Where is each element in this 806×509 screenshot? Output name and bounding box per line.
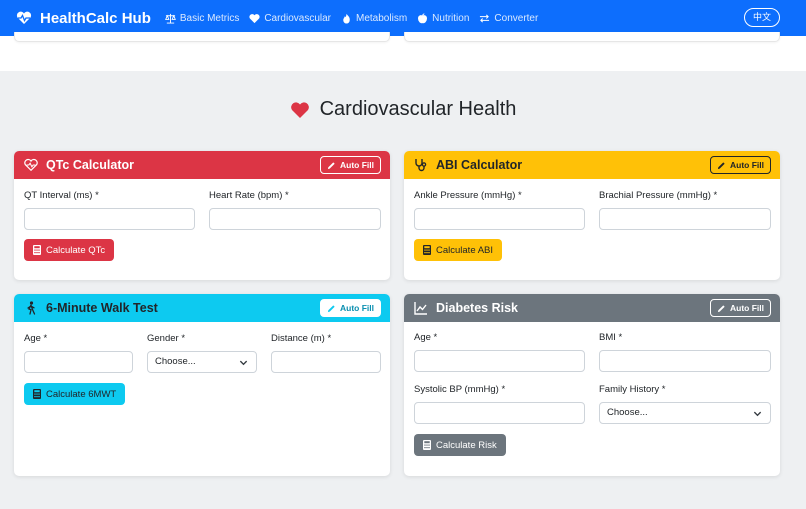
qtc-calculator-card: QTc Calculator Auto Fill QT Interval (ms… <box>14 151 390 280</box>
abi-card-header: ABI Calculator Auto Fill <box>404 151 780 179</box>
nav-label: Cardiovascular <box>264 12 332 24</box>
qt-interval-label: QT Interval (ms) * <box>24 190 99 201</box>
brachial-pressure-label: Brachial Pressure (mmHg) * <box>599 190 718 201</box>
heart-icon <box>290 101 309 118</box>
section-title-label: Cardiovascular Health <box>319 98 517 120</box>
previous-section-strip <box>0 32 806 71</box>
previous-card-left <box>14 32 390 42</box>
nav-label: Converter <box>494 12 539 24</box>
brand[interactable]: HealthCalc Hub <box>16 10 151 27</box>
pencil-icon <box>717 304 725 312</box>
bmi-label: BMI * <box>599 332 623 343</box>
chevron-down-icon <box>239 360 248 366</box>
family-history-label: Family History * <box>599 384 666 395</box>
line-chart-icon <box>414 302 427 315</box>
calculator-icon <box>33 389 41 399</box>
language-toggle-button[interactable]: 中文 <box>743 8 780 27</box>
walk-card-header: 6-Minute Walk Test Auto Fill <box>14 294 390 322</box>
calculate-abi-label: Calculate ABI <box>436 244 494 256</box>
calculator-icon <box>33 245 41 255</box>
chevron-down-icon <box>753 411 762 417</box>
walk-distance-label: Distance (m) * <box>271 333 332 344</box>
nav-converter[interactable]: Converter <box>479 13 538 24</box>
diabetes-age-label: Age * <box>414 332 438 343</box>
calculator-icon <box>423 245 431 255</box>
abi-calculator-card: ABI Calculator Auto Fill Ankle Pressure … <box>404 151 780 280</box>
auto-fill-label: Auto Fill <box>340 160 374 170</box>
diabetes-card-title: Diabetes Risk <box>436 301 518 315</box>
apple-icon <box>418 12 428 23</box>
six-minute-walk-card: 6-Minute Walk Test Auto Fill Age * Gende… <box>14 294 390 476</box>
auto-fill-label: Auto Fill <box>730 303 764 313</box>
nav-links: Basic Metrics Cardiovascular Metabolism … <box>164 12 538 24</box>
previous-card-right <box>404 32 780 42</box>
nav-label: Basic Metrics <box>179 12 240 24</box>
gender-selected-value: Choose... <box>155 356 196 367</box>
calculate-qtc-label: Calculate QTc <box>46 244 106 256</box>
systolic-bp-input[interactable] <box>414 402 585 424</box>
flame-icon <box>343 13 350 24</box>
walk-gender-label: Gender * <box>147 333 186 344</box>
bmi-input[interactable] <box>599 350 771 372</box>
walk-age-input[interactable] <box>24 351 133 373</box>
calculate-risk-button[interactable]: Calculate Risk <box>414 434 506 456</box>
walking-person-icon <box>27 301 36 315</box>
heart-rate-input[interactable] <box>209 208 381 230</box>
pencil-icon <box>327 304 335 312</box>
auto-fill-label: Auto Fill <box>340 303 374 313</box>
pencil-icon <box>327 161 335 169</box>
nav-label: Nutrition <box>432 12 470 24</box>
nav-nutrition[interactable]: Nutrition <box>417 13 469 24</box>
nav-basic-metrics[interactable]: Basic Metrics <box>164 12 240 24</box>
brand-label: HealthCalc Hub <box>40 9 151 27</box>
diabetes-risk-card: Diabetes Risk Auto Fill Age * BMI * Syst… <box>404 294 780 476</box>
nav-cardiovascular[interactable]: Cardiovascular <box>249 13 331 24</box>
diabetes-age-input[interactable] <box>414 350 585 372</box>
abi-card-title: ABI Calculator <box>436 158 523 172</box>
walk-age-label: Age * <box>24 333 48 344</box>
nav-label: Metabolism <box>356 12 408 24</box>
brachial-pressure-input[interactable] <box>599 208 771 230</box>
heart-pulse-icon <box>16 11 32 24</box>
calculate-qtc-button[interactable]: Calculate QTc <box>24 239 115 261</box>
calculate-6mwt-button[interactable]: Calculate 6MWT <box>24 383 126 405</box>
ankle-pressure-input[interactable] <box>414 208 585 230</box>
ankle-pressure-label: Ankle Pressure (mmHg) * <box>414 190 522 201</box>
qtc-card-title: QTc Calculator <box>46 158 134 172</box>
section-title: Cardiovascular Health <box>0 98 806 121</box>
stethoscope-icon <box>415 159 427 172</box>
nav-metabolism[interactable]: Metabolism <box>341 13 407 24</box>
walk-card-title: 6-Minute Walk Test <box>46 301 158 315</box>
abi-auto-fill-button[interactable]: Auto Fill <box>710 156 771 174</box>
walk-auto-fill-button[interactable]: Auto Fill <box>320 299 381 317</box>
family-history-selected-value: Choose... <box>607 407 648 418</box>
family-history-select[interactable]: Choose... <box>599 402 771 424</box>
heart-icon <box>249 13 260 23</box>
scale-icon <box>164 13 176 24</box>
walk-gender-select[interactable]: Choose... <box>147 351 257 373</box>
calculate-abi-button[interactable]: Calculate ABI <box>414 239 503 261</box>
diabetes-card-header: Diabetes Risk Auto Fill <box>404 294 780 322</box>
qt-interval-input[interactable] <box>24 208 195 230</box>
swap-icon <box>480 13 490 23</box>
diabetes-auto-fill-button[interactable]: Auto Fill <box>710 299 771 317</box>
pencil-icon <box>717 161 725 169</box>
qtc-auto-fill-button[interactable]: Auto Fill <box>320 156 381 174</box>
calculator-icon <box>423 440 431 450</box>
qtc-card-header: QTc Calculator Auto Fill <box>14 151 390 179</box>
walk-distance-input[interactable] <box>271 351 381 373</box>
systolic-bp-label: Systolic BP (mmHg) * <box>414 384 506 395</box>
heart-rate-label: Heart Rate (bpm) * <box>209 190 289 201</box>
navbar: HealthCalc Hub Basic Metrics Cardiovascu… <box>0 0 806 36</box>
auto-fill-label: Auto Fill <box>730 160 764 170</box>
calculate-6mwt-label: Calculate 6MWT <box>46 388 117 400</box>
calculate-risk-label: Calculate Risk <box>436 439 497 451</box>
heart-pulse-icon <box>24 158 38 172</box>
